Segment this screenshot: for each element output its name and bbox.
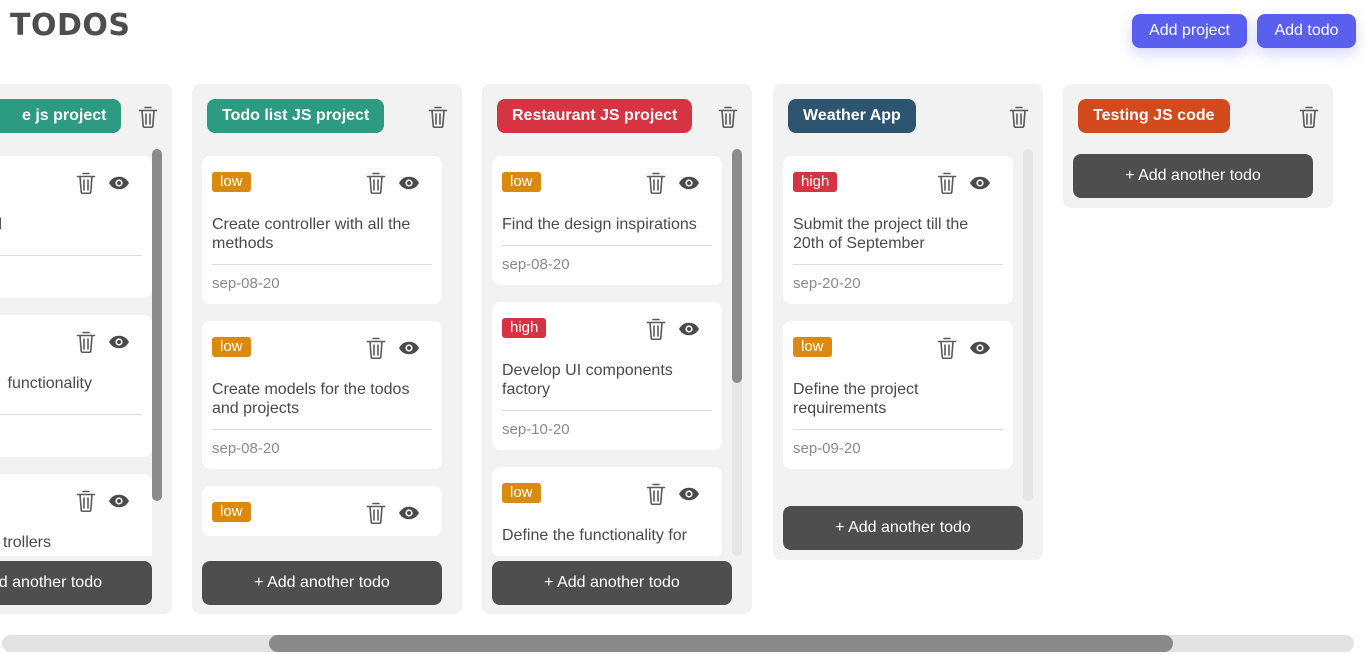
add-another-todo-button[interactable]: + Add another todo [202,561,442,605]
todo-title: trollers [2,534,51,551]
delete-todo-icon[interactable] [937,337,957,359]
priority-badge: low [502,483,541,503]
app-title: TODOS [10,8,131,43]
todo-title: Define the project requirements [793,381,919,417]
todo-list: low Create controller with all the metho… [202,156,442,556]
board-horizontal-scrollbar-thumb[interactable] [269,635,1173,652]
delete-todo-icon[interactable] [937,172,957,194]
todo-card[interactable]: high Submit the project till the 20th of… [783,156,1013,304]
todo-date: sep-10-20 [502,421,570,438]
todo-card[interactable]: low Find the design inspirations sep-08-… [492,156,722,285]
todo-card[interactable]: low Define the functionality for [492,467,722,556]
delete-todo-icon[interactable] [76,331,96,353]
add-another-todo-button[interactable]: + Add another todo [783,506,1023,550]
project-column: e js project neboard functionality [0,84,172,614]
priority-badge: low [793,337,832,357]
view-todo-icon[interactable] [398,506,420,520]
add-another-todo-button[interactable]: d another todo [0,561,152,605]
delete-todo-icon[interactable] [76,490,96,512]
todo-title: Develop UI components factory [502,362,673,398]
todo-title: Find the design inspirations [502,216,697,233]
view-todo-icon[interactable] [108,176,130,190]
add-todo-button[interactable]: Add todo [1257,14,1356,48]
todo-date: sep-20-20 [793,275,861,292]
todo-card[interactable]: neboard [0,156,152,298]
add-project-button[interactable]: Add project [1132,14,1247,48]
delete-todo-icon[interactable] [646,172,666,194]
todo-date: sep-08-20 [212,275,280,292]
delete-project-icon[interactable] [1009,106,1029,128]
todo-title: Create models for the todos and projects [212,381,410,417]
delete-todo-icon[interactable] [366,172,386,194]
view-todo-icon[interactable] [678,322,700,336]
delete-todo-icon[interactable] [646,483,666,505]
add-another-todo-button[interactable]: + Add another todo [1073,154,1313,198]
project-column: Weather App high Submit the project till… [773,84,1043,560]
view-todo-icon[interactable] [108,494,130,508]
view-todo-icon[interactable] [678,487,700,501]
project-title: Weather App [788,99,916,133]
todo-date: sep-09-20 [793,440,861,457]
todo-card[interactable]: low Create controller with all the metho… [202,156,442,304]
delete-project-icon[interactable] [428,106,448,128]
column-scrollbar[interactable] [732,149,742,556]
todo-card[interactable]: low Define the project requirements sep-… [783,321,1013,469]
priority-badge: low [212,337,251,357]
priority-badge: low [502,172,541,192]
todo-title: Define the functionality for [502,527,687,544]
todo-title: neboard [0,215,142,234]
priority-badge: high [793,172,838,192]
board-horizontal-scrollbar[interactable] [2,635,1354,652]
view-todo-icon[interactable] [969,176,991,190]
todo-title: Submit the project till the 20th of Sept… [793,216,969,252]
todo-date: sep-08-20 [502,256,570,273]
delete-todo-icon[interactable] [76,172,96,194]
project-column: Todo list JS project low Create controll… [192,84,462,614]
project-column: Testing JS code + Add another todo [1063,84,1333,208]
todo-date: sep-08-20 [212,440,280,457]
project-title: Testing JS code [1078,99,1230,133]
view-todo-icon[interactable] [678,176,700,190]
view-todo-icon[interactable] [398,341,420,355]
todo-card[interactable]: high Develop UI components factory sep-1… [492,302,722,450]
view-todo-icon[interactable] [969,341,991,355]
view-todo-icon[interactable] [398,176,420,190]
project-title: Todo list JS project [207,99,385,133]
delete-todo-icon[interactable] [366,337,386,359]
column-scrollbar[interactable] [1023,149,1033,501]
todo-list: low Find the design inspirations sep-08-… [492,156,722,556]
delete-todo-icon[interactable] [366,502,386,524]
column-scrollbar-thumb[interactable] [732,149,742,383]
todo-list: high Submit the project till the 20th of… [783,156,1013,501]
projects-board: e js project neboard functionality [0,84,1366,624]
delete-project-icon[interactable] [138,106,158,128]
priority-badge: low [212,172,251,192]
delete-project-icon[interactable] [1299,106,1319,128]
view-todo-icon[interactable] [108,335,130,349]
project-column: Restaurant JS project low Find the desig… [482,84,752,614]
column-scrollbar[interactable] [152,149,162,501]
todo-list: neboard functionality trollers [0,156,152,556]
project-title: e js project [0,99,122,133]
todo-card[interactable]: functionality [0,315,152,457]
project-title: Restaurant JS project [497,99,693,133]
todo-title: Create controller with all the methods [212,216,411,252]
delete-project-icon[interactable] [718,106,738,128]
priority-badge: high [502,318,547,338]
add-another-todo-button[interactable]: + Add another todo [492,561,732,605]
todo-card[interactable]: trollers [0,474,152,556]
todo-title: functionality [7,375,93,392]
column-scrollbar-thumb[interactable] [152,149,162,501]
delete-todo-icon[interactable] [646,318,666,340]
priority-badge: low [212,502,251,522]
todo-card[interactable]: low [202,486,442,536]
todo-card[interactable]: low Create models for the todos and proj… [202,321,442,469]
